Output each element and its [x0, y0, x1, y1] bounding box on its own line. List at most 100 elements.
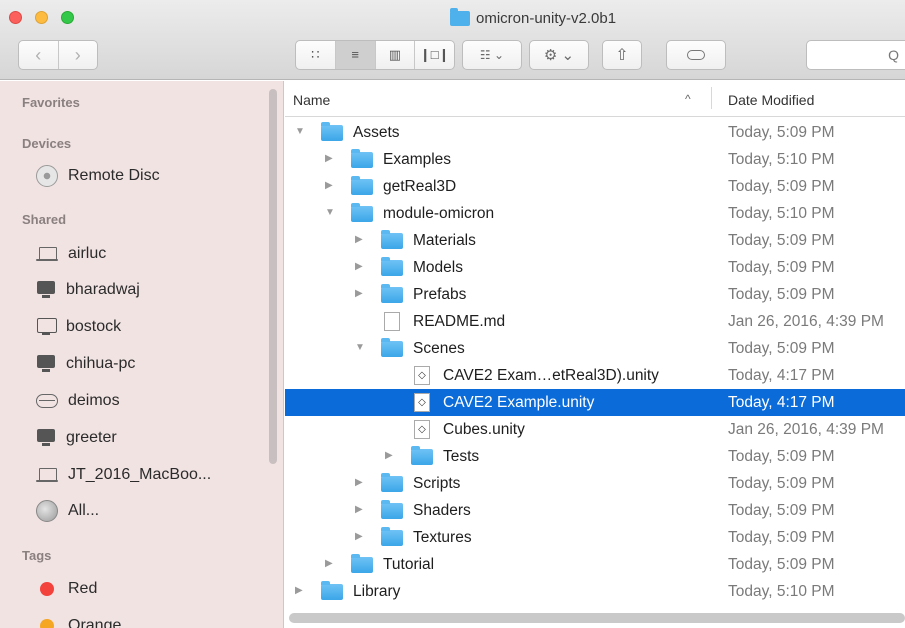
date-modified-column-header[interactable]: Date Modified	[728, 92, 814, 108]
sidebar-item-label: greeter	[66, 429, 117, 446]
back-button[interactable]: ‹	[19, 45, 58, 66]
disclosure-expanded-icon[interactable]: ▼	[355, 342, 365, 353]
item-name: Library	[353, 583, 401, 600]
folder-icon	[381, 527, 403, 546]
window-title-text: omicron-unity-v2.0b1	[476, 9, 617, 27]
folder-row[interactable]: ▶ Materials Today, 5:09 PM	[285, 227, 905, 254]
folder-icon	[381, 230, 403, 249]
sidebar-item-greeter[interactable]: greeter	[36, 425, 117, 451]
disclosure-collapsed-icon[interactable]: ▶	[355, 504, 363, 515]
cover-flow-button[interactable]: ❙□❙	[414, 41, 454, 69]
folder-row[interactable]: ▶ Tests Today, 5:09 PM	[285, 443, 905, 470]
sidebar-item-deimos[interactable]: deimos	[36, 388, 120, 414]
folder-row[interactable]: ▼ Assets Today, 5:09 PM	[285, 119, 905, 146]
list-view-button[interactable]: ≡	[334, 41, 375, 69]
folder-row[interactable]: ▶ getReal3D Today, 5:09 PM	[285, 173, 905, 200]
folder-row[interactable]: ▶ Tutorial Today, 5:09 PM	[285, 551, 905, 578]
zoom-button[interactable]	[61, 11, 74, 24]
disclosure-collapsed-icon[interactable]: ▶	[355, 288, 363, 299]
disclosure-collapsed-icon[interactable]: ▶	[295, 585, 303, 596]
sidebar-heading-devices[interactable]: Devices	[22, 136, 71, 151]
arrange-icon: ☷ ⌄	[479, 48, 505, 62]
sidebar-item-bharadwaj[interactable]: bharadwaj	[36, 277, 140, 303]
sidebar-heading-tags[interactable]: Tags	[22, 548, 51, 563]
folder-row[interactable]: ▶ Scripts Today, 5:09 PM	[285, 470, 905, 497]
search-field[interactable]: Q	[806, 40, 905, 70]
sidebar-scrollbar[interactable]	[269, 89, 277, 464]
unity-file-icon: ◇	[414, 366, 430, 385]
column-view-button[interactable]: ▥	[374, 41, 415, 69]
sidebar-item-tag-orange[interactable]: Orange	[36, 613, 121, 628]
sidebar-item-all[interactable]: All...	[36, 498, 99, 524]
close-button[interactable]	[9, 11, 22, 24]
folder-row[interactable]: ▶ Shaders Today, 5:09 PM	[285, 497, 905, 524]
disclosure-collapsed-icon[interactable]: ▶	[355, 261, 363, 272]
item-name: Examples	[383, 151, 452, 168]
date-modified: Today, 5:10 PM	[728, 583, 835, 600]
unity-file-icon: ◇	[414, 420, 430, 439]
action-button[interactable]: ⚙ ⌄	[529, 40, 589, 70]
disc-icon	[36, 165, 58, 187]
folder-row[interactable]: ▶ Models Today, 5:09 PM	[285, 254, 905, 281]
sidebar: Favorites Devices Remote Disc Shared air…	[0, 81, 284, 628]
date-modified: Today, 5:09 PM	[728, 556, 835, 573]
folder-row[interactable]: ▶ Prefabs Today, 5:09 PM	[285, 281, 905, 308]
sidebar-item-remote-disc[interactable]: Remote Disc	[36, 163, 160, 189]
sidebar-item-airluc[interactable]: airluc	[36, 241, 106, 267]
horizontal-scrollbar[interactable]	[289, 613, 905, 623]
file-row[interactable]: ◇ Cubes.unity Jan 26, 2016, 4:39 PM	[285, 416, 905, 443]
date-modified: Today, 5:09 PM	[728, 286, 835, 303]
item-name: Scripts	[413, 475, 461, 492]
sidebar-item-label: deimos	[68, 392, 120, 409]
item-name: Scenes	[413, 340, 465, 357]
file-row[interactable]: README.md Jan 26, 2016, 4:39 PM	[285, 308, 905, 335]
icon-view-button[interactable]: ∷	[296, 41, 335, 69]
folder-row[interactable]: ▼ Scenes Today, 5:09 PM	[285, 335, 905, 362]
folder-icon	[411, 446, 433, 465]
file-row[interactable]: ◇ CAVE2 Example.unity Today, 4:17 PM	[285, 389, 905, 416]
disclosure-collapsed-icon[interactable]: ▶	[325, 558, 333, 569]
disclosure-collapsed-icon[interactable]: ▶	[385, 450, 393, 461]
arrange-button[interactable]: ☷ ⌄	[462, 40, 522, 70]
folder-row[interactable]: ▶ Textures Today, 5:09 PM	[285, 524, 905, 551]
orange-tag-icon	[40, 619, 54, 628]
share-button[interactable]: ⇧	[602, 40, 642, 70]
tags-button[interactable]	[666, 40, 726, 70]
sidebar-heading-shared[interactable]: Shared	[22, 212, 66, 227]
file-row[interactable]: ◇ CAVE2 Exam…etReal3D).unity Today, 4:17 P…	[285, 362, 905, 389]
folder-row[interactable]: ▶ Library Today, 5:10 PM	[285, 578, 905, 605]
disclosure-collapsed-icon[interactable]: ▶	[355, 234, 363, 245]
date-modified: Today, 4:17 PM	[728, 394, 835, 411]
folder-icon	[450, 7, 470, 26]
column-divider[interactable]	[711, 87, 712, 109]
item-name: Tutorial	[383, 556, 435, 573]
item-name: Materials	[413, 232, 476, 249]
sidebar-heading-favorites[interactable]: Favorites	[22, 95, 80, 110]
item-name: README.md	[413, 313, 506, 330]
date-modified: Today, 4:17 PM	[728, 367, 835, 384]
sidebar-item-tag-red[interactable]: Red	[36, 576, 97, 602]
forward-button[interactable]: ›	[59, 45, 98, 66]
folder-icon	[381, 257, 403, 276]
disclosure-expanded-icon[interactable]: ▼	[295, 126, 305, 137]
disclosure-expanded-icon[interactable]: ▼	[325, 207, 335, 218]
sidebar-item-bostock[interactable]: bostock	[36, 314, 121, 340]
folder-icon	[351, 149, 373, 168]
folder-icon	[351, 554, 373, 573]
item-name: getReal3D	[383, 178, 457, 195]
minimize-button[interactable]	[35, 11, 48, 24]
folder-row[interactable]: ▼ module-omicron Today, 5:10 PM	[285, 200, 905, 227]
sidebar-item-jt-macbook[interactable]: JT_2016_MacBoo...	[36, 462, 211, 488]
sidebar-item-label: All...	[68, 502, 100, 519]
item-name: Shaders	[413, 502, 471, 519]
disclosure-collapsed-icon[interactable]: ▶	[325, 153, 333, 164]
disclosure-collapsed-icon[interactable]: ▶	[325, 180, 333, 191]
folder-row[interactable]: ▶ Examples Today, 5:10 PM	[285, 146, 905, 173]
sidebar-item-label: bostock	[66, 318, 122, 335]
date-modified: Today, 5:09 PM	[728, 232, 835, 249]
unity-file-icon: ◇	[414, 393, 430, 412]
name-column-header[interactable]: Name	[293, 92, 330, 108]
sidebar-item-chihua-pc[interactable]: chihua-pc	[36, 351, 135, 377]
disclosure-collapsed-icon[interactable]: ▶	[355, 531, 363, 542]
disclosure-collapsed-icon[interactable]: ▶	[355, 477, 363, 488]
